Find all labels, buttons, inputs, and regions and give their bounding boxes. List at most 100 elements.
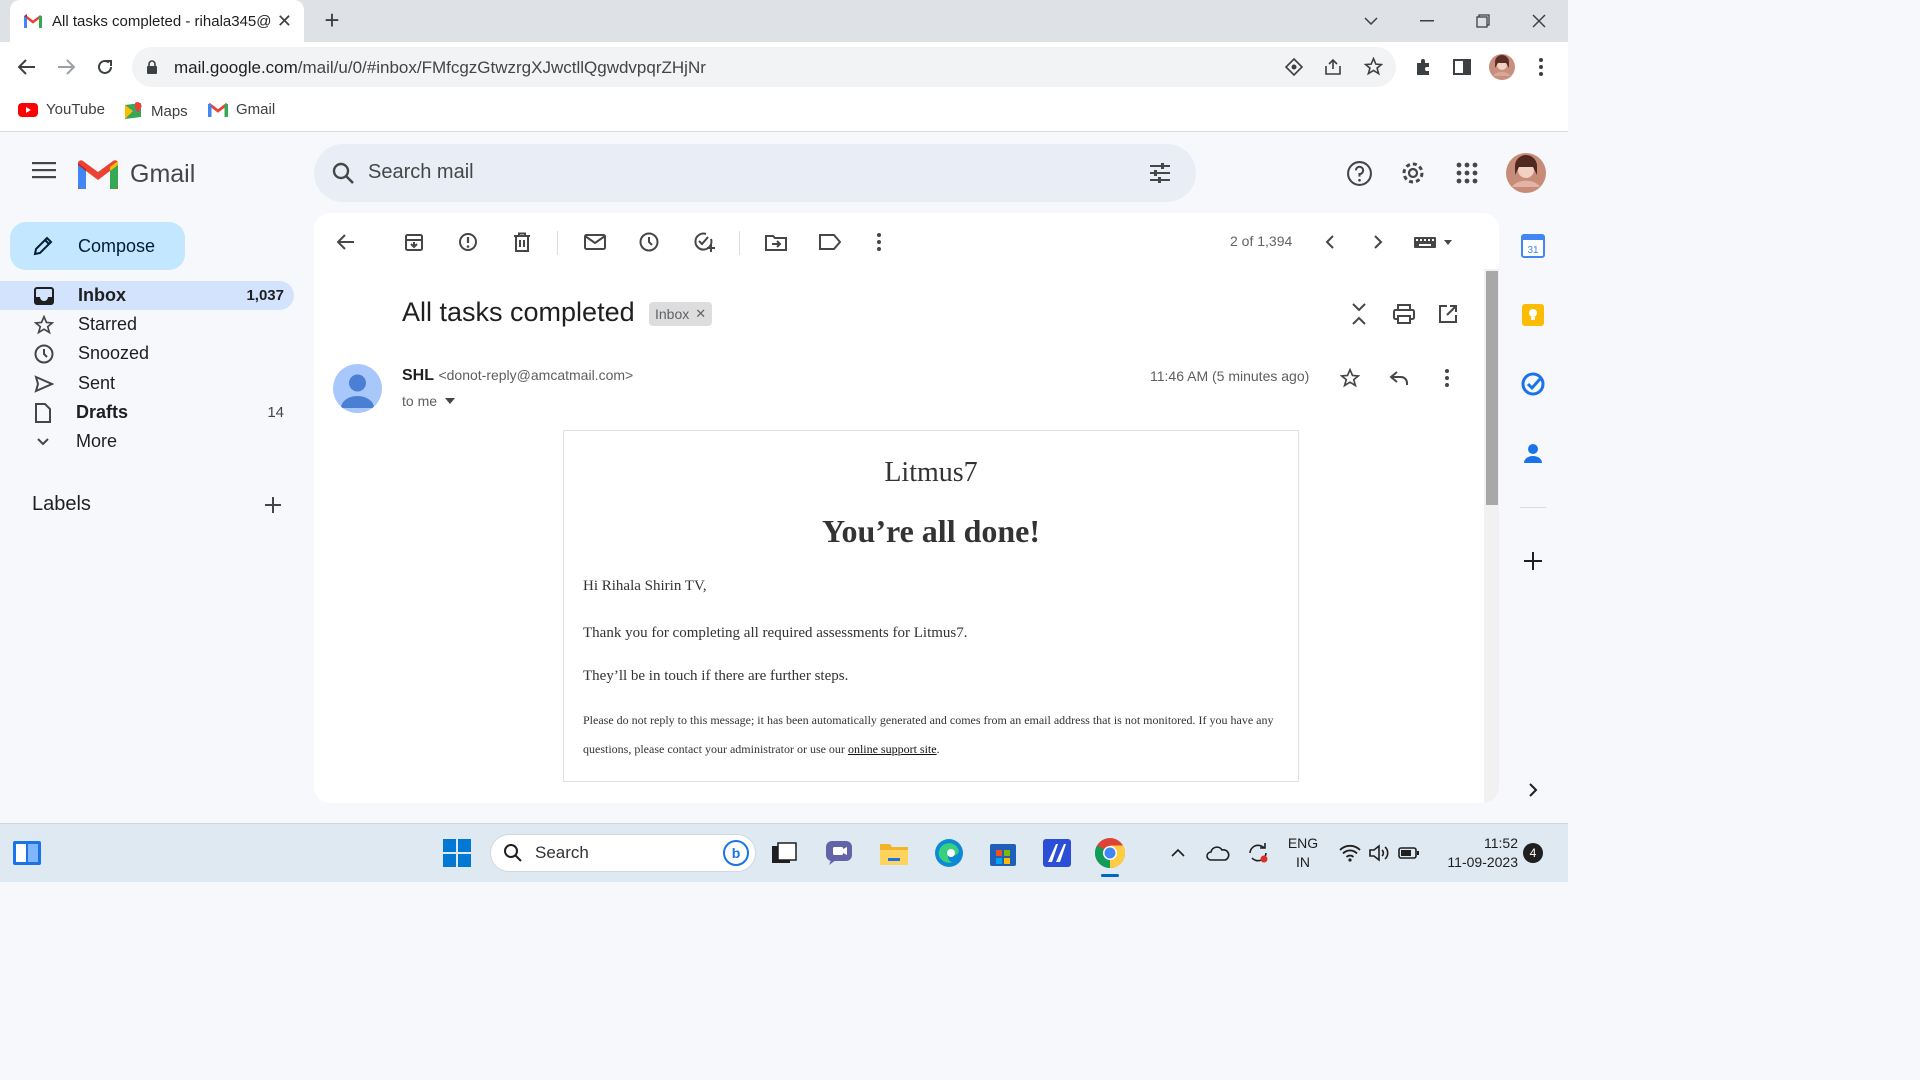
notification-badge[interactable]: 4 <box>1523 843 1543 863</box>
sidebar-item-starred[interactable]: Starred <box>0 310 294 339</box>
onedrive-icon[interactable] <box>1202 837 1234 869</box>
collapse-all-icon[interactable] <box>1347 302 1371 326</box>
bookmark-maps[interactable]: Maps <box>123 101 188 121</box>
edge-browser-icon[interactable] <box>933 837 965 869</box>
mark-unread-icon[interactable] <box>583 230 607 254</box>
wifi-icon[interactable] <box>1334 837 1366 869</box>
compose-button[interactable]: Compose <box>10 222 185 270</box>
recipient-details-icon[interactable] <box>445 398 456 404</box>
add-label-icon[interactable] <box>264 496 282 514</box>
sidebar-item-snoozed[interactable]: Snoozed <box>0 339 294 368</box>
google-apps-icon[interactable] <box>1456 162 1478 184</box>
gmail-logo[interactable]: Gmail <box>78 159 195 189</box>
keep-icon[interactable] <box>1521 303 1545 327</box>
volume-icon[interactable] <box>1363 837 1395 869</box>
chrome-icon[interactable] <box>1094 837 1126 869</box>
account-avatar[interactable] <box>1506 153 1546 193</box>
add-to-tasks-icon[interactable] <box>692 230 716 254</box>
start-button-icon[interactable] <box>441 837 473 869</box>
footer-end: . <box>936 742 940 756</box>
file-explorer-icon[interactable] <box>878 837 910 869</box>
battery-icon[interactable] <box>1393 837 1425 869</box>
system-clock[interactable]: 11:52 11-09-2023 <box>1432 834 1518 872</box>
remove-label-icon[interactable]: ✕ <box>695 306 706 322</box>
search-icon[interactable] <box>331 161 355 185</box>
teams-chat-icon[interactable] <box>823 837 855 869</box>
search-input[interactable]: Search mail <box>368 161 474 184</box>
bookmark-youtube[interactable]: YouTube <box>18 101 105 118</box>
print-icon[interactable] <box>1392 302 1416 326</box>
app-shortcut-icon[interactable] <box>1041 837 1073 869</box>
label-icon[interactable] <box>818 230 842 254</box>
extensions-icon[interactable] <box>1409 53 1437 81</box>
tasks-icon[interactable] <box>1521 372 1545 396</box>
scrollbar-thumb[interactable] <box>1486 271 1498 505</box>
address-bar[interactable]: mail.google.com/mail/u/0/#inbox/FMfcgzGt… <box>132 47 1396 87</box>
browser-tab[interactable]: All tasks completed - rihala345@ ✕ <box>10 0 304 42</box>
main-menu-icon[interactable] <box>32 161 56 179</box>
lock-icon[interactable] <box>146 60 158 74</box>
delete-icon[interactable] <box>510 230 534 254</box>
support-link[interactable]: online support site <box>848 742 937 756</box>
reply-icon[interactable] <box>1387 366 1411 390</box>
report-spam-icon[interactable] <box>456 230 480 254</box>
sync-icon[interactable] <box>1242 837 1274 869</box>
newer-message-icon[interactable] <box>1318 230 1342 254</box>
minimize-icon[interactable] <box>1412 6 1442 36</box>
taskbar-search-label: Search <box>535 843 589 862</box>
message-view: 2 of 1,394 All tasks completed Inbox ✕ S… <box>314 213 1499 803</box>
more-actions-icon[interactable] <box>867 230 891 254</box>
language-indicator[interactable]: ENG IN <box>1284 834 1322 872</box>
gmail-header: Gmail Search mail <box>0 133 1568 213</box>
side-panel-icon[interactable] <box>1448 53 1476 81</box>
close-tab-icon[interactable]: ✕ <box>277 11 292 32</box>
tab-search-icon[interactable] <box>1356 6 1386 36</box>
search-options-icon[interactable] <box>1148 161 1172 185</box>
help-icon[interactable] <box>1346 160 1373 187</box>
back-icon[interactable] <box>13 53 41 81</box>
recipient-line[interactable]: to me <box>402 393 456 409</box>
url-path: /mail/u/0/#inbox/FMfcgzGtwzrgXJwctllQgwd… <box>297 58 706 77</box>
url-text: mail.google.com/mail/u/0/#inbox/FMfcgzGt… <box>174 58 706 78</box>
close-window-icon[interactable] <box>1524 6 1554 36</box>
share-icon[interactable] <box>1324 58 1342 76</box>
open-new-window-icon[interactable] <box>1436 302 1460 326</box>
snooze-icon[interactable] <box>637 230 661 254</box>
input-tools-icon[interactable] <box>1414 230 1456 254</box>
sidebar-item-inbox[interactable]: Inbox 1,037 <box>0 281 294 310</box>
forward-icon[interactable] <box>52 53 80 81</box>
taskbar-search[interactable]: Search b <box>490 834 756 872</box>
search-bar[interactable]: Search mail <box>314 144 1196 202</box>
task-view-icon[interactable] <box>768 837 800 869</box>
inbox-label-chip[interactable]: Inbox ✕ <box>649 302 713 326</box>
older-message-icon[interactable] <box>1366 230 1390 254</box>
reload-icon[interactable] <box>91 53 119 81</box>
archive-icon[interactable] <box>402 230 426 254</box>
microsoft-store-icon[interactable] <box>987 837 1019 869</box>
sidebar-item-more[interactable]: More <box>0 427 294 456</box>
contacts-icon[interactable] <box>1521 441 1545 465</box>
bookmark-gmail[interactable]: Gmail <box>208 101 275 118</box>
show-side-panel-icon[interactable] <box>1521 778 1545 802</box>
get-addons-icon[interactable] <box>1521 549 1545 573</box>
chip-label: Inbox <box>655 306 690 322</box>
bookmark-star-icon[interactable] <box>1364 57 1383 76</box>
star-message-icon[interactable] <box>1338 366 1362 390</box>
region-code: IN <box>1296 854 1310 870</box>
message-more-icon[interactable] <box>1435 366 1459 390</box>
widgets-icon[interactable] <box>11 837 43 869</box>
settings-gear-icon[interactable] <box>1399 159 1427 187</box>
sidebar-item-drafts[interactable]: Drafts 14 <box>0 398 294 427</box>
profile-avatar[interactable] <box>1488 53 1516 81</box>
restore-icon[interactable] <box>1468 6 1498 36</box>
clock-time: 11:52 <box>1484 835 1518 851</box>
browser-menu-icon[interactable] <box>1527 53 1555 81</box>
move-to-icon[interactable] <box>764 230 788 254</box>
back-to-inbox-icon[interactable] <box>334 230 358 254</box>
calendar-icon[interactable]: 31 <box>1521 234 1545 258</box>
view-site-icon[interactable] <box>1285 58 1303 76</box>
sidebar-item-sent[interactable]: Sent <box>0 369 294 398</box>
sender-name[interactable]: SHL <box>402 367 434 384</box>
new-tab-button[interactable]: + <box>318 6 346 34</box>
show-hidden-icons-icon[interactable] <box>1162 837 1194 869</box>
